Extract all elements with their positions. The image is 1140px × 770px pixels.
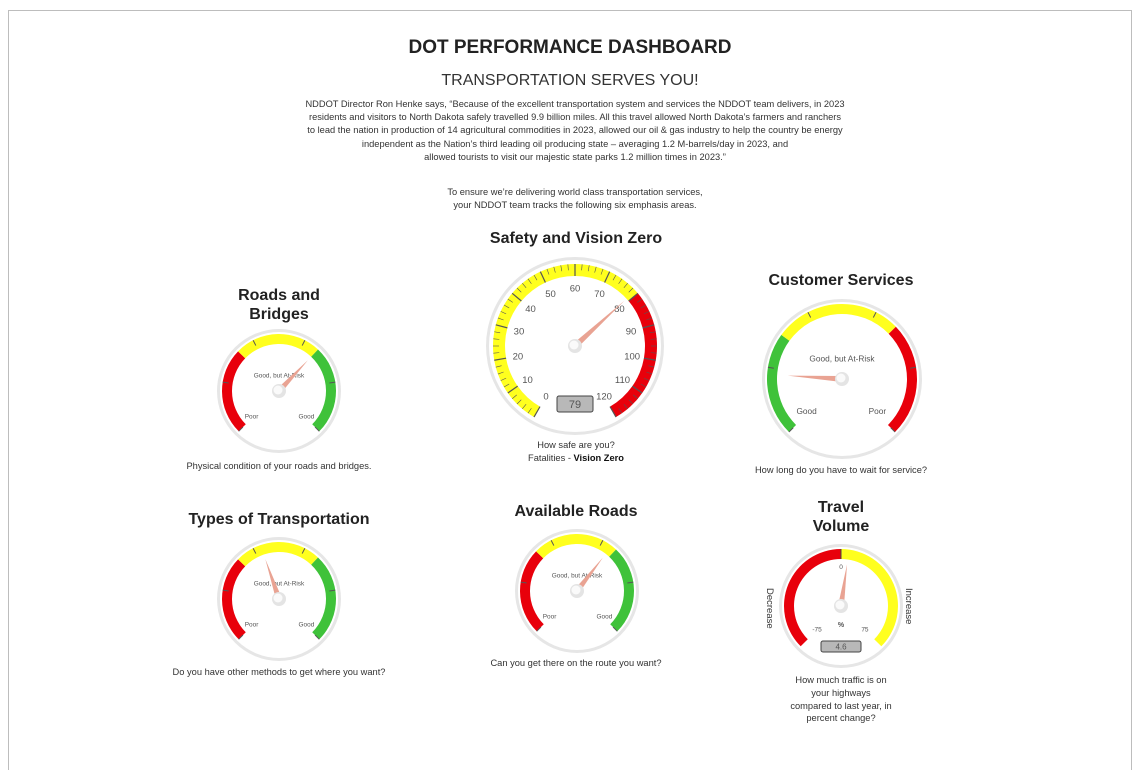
gauge-tick-label: 10 — [522, 375, 533, 386]
gauge-label-left: Poor — [245, 413, 259, 420]
gauge-tick-label: 80 — [614, 304, 625, 315]
gauge-label-left: Poor — [543, 613, 557, 620]
travel-volume-caption: How much traffic is on your highways com… — [790, 675, 892, 724]
gauge-tick-label: 30 — [514, 326, 525, 337]
gauge-label-left: Good — [796, 406, 817, 416]
intro-line: residents and visitors to North Dakota s… — [308, 112, 842, 123]
gauge-hub-highlight — [569, 340, 579, 350]
customer-services-gauge[interactable]: Good, but At-Risk Good Poor — [762, 299, 922, 459]
gauge-label-right: Good — [597, 613, 613, 620]
intro-line: to lead the nation in production of 14 a… — [307, 125, 843, 136]
gauge-label-mid: Good, but At-Risk — [809, 353, 875, 363]
gauge-label-min: -75 — [812, 627, 822, 634]
intro-line: independent as the Nation’s third leadin… — [361, 138, 789, 149]
travel-volume-gauge[interactable]: 0 -75 75% 4.6 — [779, 544, 903, 668]
director-quote: NDDOT Director Ron Henke says, “Because … — [270, 98, 880, 164]
emphasis-text: To ensure we’re delivering world class t… — [370, 186, 780, 212]
gauge-tick-label: 20 — [513, 352, 524, 363]
customer-services-title: Customer Services — [768, 272, 914, 289]
safety-caption: How safe are you? Fatalities - Vision Ze… — [528, 440, 624, 463]
gauge-tick-label: 110 — [615, 375, 630, 386]
roads-bridges-gauge[interactable]: Good, but At-Risk Poor Good — [217, 329, 341, 453]
gauge-hub-highlight — [835, 600, 845, 610]
available-roads-gauge[interactable]: Good, but At-Risk Poor Good — [515, 529, 639, 653]
gauge-label-max: 75 — [861, 627, 869, 634]
intro-line: NDDOT Director Ron Henke says, “Because … — [305, 99, 845, 109]
gauge-tick-label: 50 — [545, 289, 556, 300]
gauge-tick-label: 70 — [594, 289, 605, 300]
safety-title: Safety and Vision Zero — [489, 230, 663, 247]
travel-volume-title: Travel Volume — [812, 499, 870, 535]
roads-bridges-title: Roads and Bridges — [238, 287, 320, 323]
gauge-label-left: Poor — [245, 621, 259, 628]
gauge-tick-label: 40 — [525, 304, 536, 315]
gauge-label-right: Poor — [869, 406, 887, 416]
gauge-label-right: Good — [299, 413, 315, 420]
available-roads-caption: Can you get there on the route you want? — [490, 658, 662, 668]
gauge-tick-label: 100 — [624, 352, 640, 363]
increase-label: Increase — [903, 588, 914, 625]
types-of-transportation-gauge[interactable]: Good, but At-Risk Poor Good — [217, 537, 341, 661]
decrease-label: Decrease — [764, 588, 775, 629]
gauge-label-mid: 0 — [839, 564, 843, 571]
intro-line: allowed tourists to visit our majestic s… — [424, 151, 726, 162]
available-roads-title: Available Roads — [514, 503, 638, 520]
gauge-hub-highlight — [273, 385, 283, 395]
gauge-hub-highlight — [571, 585, 581, 595]
gauge-label-mid: Good, but At-Risk — [254, 580, 305, 587]
gauge-tick-label: 0 — [543, 392, 548, 403]
types-title: Types of Transportation — [188, 511, 370, 528]
gauge-value-readout: 4.6 — [835, 643, 847, 652]
gauge-label-mid: Good, but At-Risk — [552, 572, 603, 579]
page-title: DOT PERFORMANCE DASHBOARD — [408, 37, 732, 58]
gauge-hub-highlight — [273, 593, 283, 603]
safety-gauge[interactable]: 0 10 20 3040 50 60 70 8090 100 110120 79 — [486, 257, 664, 435]
gauge-tick-label: 90 — [626, 326, 637, 337]
gauge-hub-highlight — [836, 373, 846, 383]
customer-services-caption: How long do you have to wait for service… — [754, 465, 928, 475]
emphasis-line: your NDDOT team tracks the following six… — [453, 200, 697, 210]
gauge-label-mid: Good, but At-Risk — [254, 372, 305, 379]
emphasis-line: To ensure we’re delivering world class t… — [447, 187, 703, 197]
gauge-label-right: Good — [299, 621, 315, 628]
page-subtitle: TRANSPORTATION SERVES YOU! — [441, 72, 699, 89]
gauge-value-readout: 79 — [569, 399, 581, 411]
gauge-tick-label: 60 — [570, 284, 581, 295]
gauge-unit: % — [838, 622, 845, 629]
types-caption: Do you have other methods to get where y… — [172, 667, 386, 677]
gauge-tick-label: 120 — [596, 392, 612, 403]
roads-bridges-caption: Physical condition of your roads and bri… — [186, 461, 372, 471]
